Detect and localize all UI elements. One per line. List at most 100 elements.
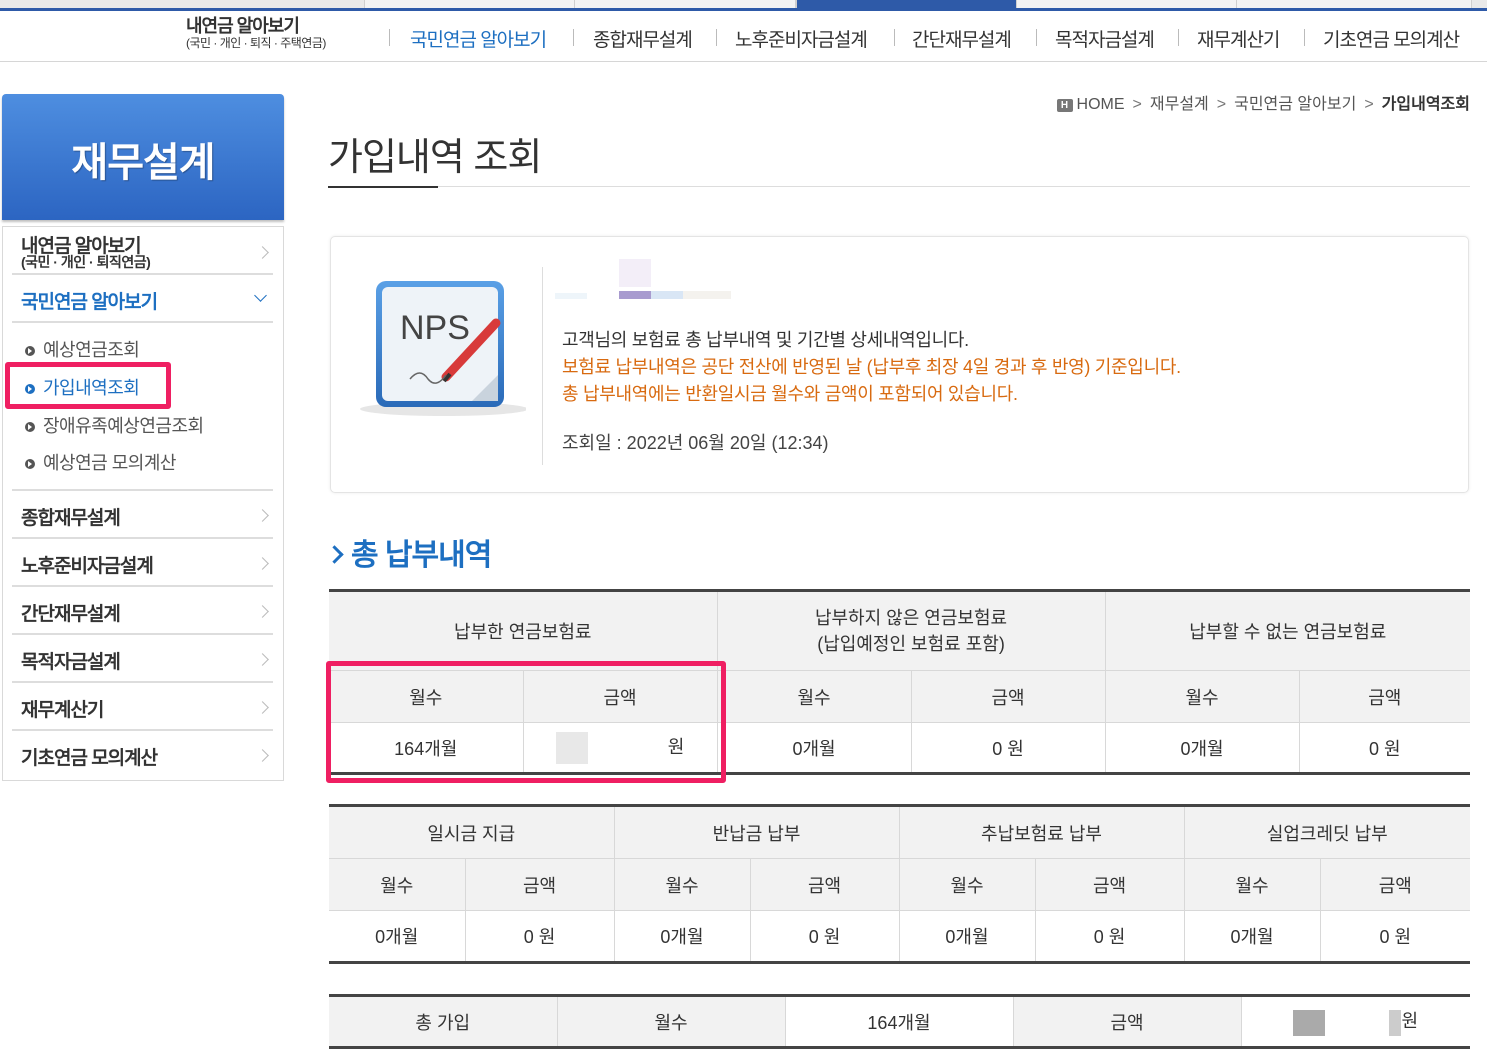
table-cell: 0 원: [464, 910, 614, 963]
chevron-right-icon: [256, 701, 269, 714]
lnb-item-my-pension[interactable]: 내연금 알아보기 (국민 · 개인 · 퇴직연금): [12, 227, 273, 275]
table-subheader: 금액: [1298, 670, 1471, 723]
masked-amount: [1389, 1009, 1402, 1036]
breadcrumb: H HOME > 재무설계 > 국민연금 알아보기 > 가입내역조회: [1056, 90, 1470, 114]
gnb-purpose-fund[interactable]: 목적자금설계: [1055, 25, 1155, 52]
top-tab[interactable]: [1016, 0, 1238, 8]
table-subheader: 금액: [464, 858, 614, 911]
lnb-sub-expected-pension[interactable]: 예상연금조회: [25, 336, 140, 362]
lnb-item-label: 재무계산기: [21, 700, 104, 721]
svg-text:NPS: NPS: [400, 309, 470, 347]
breadcrumb-financial-plan[interactable]: 재무설계: [1150, 96, 1209, 113]
lnb-item-sublabel: (국민 · 개인 · 퇴직연금): [21, 254, 151, 270]
gnb-my-pension[interactable]: 내연금 알아보기 (국민 · 개인 · 퇴직 · 주택연금): [186, 17, 326, 50]
table-cell: 0 원: [1298, 722, 1471, 774]
table-subheader: 금액: [1319, 858, 1471, 911]
lnb-sub-label: 예상연금조회: [43, 340, 140, 360]
lnb-item-label: 국민연금 알아보기: [21, 292, 158, 313]
payment-detail-table: 일시금 지급 반납금 납부 추납보험료 납부 실업크레딧 납부 월수 금액 월수…: [329, 804, 1471, 964]
chevron-right-icon: >: [1364, 96, 1374, 113]
table-cell: 0개월: [1104, 722, 1300, 774]
masked-name: [619, 259, 651, 287]
lnb-sub-label: 장애유족예상연금조회: [43, 416, 204, 436]
lnb-item-label: 간단재무설계: [21, 604, 121, 625]
chevron-right-icon: [256, 246, 269, 259]
table-header: 납부한 연금보험료: [329, 590, 718, 671]
top-tab[interactable]: [364, 0, 576, 8]
lnb-item-retirement[interactable]: 노후준비자금설계: [12, 539, 273, 587]
table-header: 일시금 지급: [329, 805, 614, 859]
lnb-sub-disability-survivor[interactable]: 장애유족예상연금조회: [25, 412, 204, 438]
info-description: 고객님의 보험료 총 납부내역 및 기간별 상세내역입니다. 보험료 납부내역은…: [562, 327, 1181, 408]
gnb-retirement-fund[interactable]: 노후준비자금설계: [735, 25, 868, 52]
chevron-right-icon: [256, 509, 269, 522]
table-cell: 0 원: [1034, 910, 1185, 963]
title-divider: [328, 186, 1470, 188]
info-box: NPS 고객님의 보험료 총 납부내역 및 기간별 상세내역입니다. 보험료 납…: [330, 236, 1469, 493]
chevron-right-icon: >: [1132, 96, 1142, 113]
table-subheader: 금액: [1012, 995, 1241, 1048]
masked-name: [683, 291, 731, 299]
chevron-right-icon: [325, 545, 344, 564]
home-icon: H: [1056, 99, 1073, 112]
lnb-sub-pension-simulation[interactable]: 예상연금 모의계산: [25, 449, 176, 475]
lnb-item-purpose[interactable]: 목적자금설계: [12, 635, 273, 683]
masked-amount: [1293, 1009, 1326, 1036]
lnb-item-label: 종합재무설계: [21, 508, 121, 529]
chevron-right-icon: [256, 653, 269, 666]
lnb-sub-label: 예상연금 모의계산: [43, 453, 176, 473]
gnb-comprehensive-plan[interactable]: 종합재무설계: [593, 25, 693, 52]
total-enrollment-table: 총 가입 월수 164개월 금액 원: [329, 994, 1470, 1049]
table-subheader: 금액: [910, 670, 1106, 723]
table-header-line: 납부하지 않은 연금보험료: [814, 608, 1008, 628]
table-subheader: 금액: [1034, 858, 1185, 911]
global-nav: 내연금 알아보기 (국민 · 개인 · 퇴직 · 주택연금) 국민연금 알아보기…: [0, 11, 1487, 62]
table-cell: 0개월: [898, 910, 1035, 963]
bullet-icon: [25, 422, 35, 432]
table-header: 추납보험료 납부: [898, 805, 1185, 859]
table-subheader: 월수: [898, 858, 1035, 911]
info-notice-line: 총 납부내역에는 반환일시금 월수와 금액이 포함되어 있습니다.: [562, 384, 1018, 404]
top-strip: [0, 0, 1487, 11]
gnb-basic-pension-sim[interactable]: 기초연금 모의계산: [1323, 25, 1460, 52]
lnb-item-calculator[interactable]: 재무계산기: [12, 683, 273, 731]
breadcrumb-home[interactable]: HOME: [1077, 96, 1125, 113]
top-tab[interactable]: [574, 0, 796, 8]
lnb-item-comprehensive[interactable]: 종합재무설계: [12, 491, 273, 539]
chevron-right-icon: >: [1216, 96, 1227, 113]
lnb-header: 재무설계: [2, 94, 284, 220]
highlight-box: [326, 661, 726, 783]
lnb-item-label: 목적자금설계: [21, 652, 121, 673]
table-subheader: 월수: [329, 858, 465, 911]
chevron-down-icon: [254, 289, 267, 302]
section-title-text: 총 납부내역: [351, 539, 492, 572]
breadcrumb-national-pension[interactable]: 국민연금 알아보기: [1234, 96, 1356, 113]
table-cell: 0개월: [613, 910, 750, 963]
table-subheader: 월수: [1183, 858, 1321, 911]
table-subheader: 금액: [749, 858, 899, 911]
gnb-simple-plan[interactable]: 간단재무설계: [912, 25, 1012, 52]
table-cell: 0 원: [749, 910, 899, 963]
lnb-item-basic-pension[interactable]: 기초연금 모의계산: [12, 731, 273, 777]
table-cell: 164개월: [784, 995, 1013, 1048]
table-cell: 0개월: [329, 910, 465, 963]
table-cell: 원: [1240, 995, 1470, 1048]
lnb-item-national-pension[interactable]: 국민연금 알아보기: [12, 275, 273, 323]
lnb-item-label: 기초연금 모의계산: [21, 748, 158, 769]
nps-document-icon: NPS: [360, 281, 526, 416]
table-header: 납부하지 않은 연금보험료 (납입예정인 보험료 포함): [716, 590, 1106, 671]
lnb-item-simple[interactable]: 간단재무설계: [12, 587, 273, 635]
masked-name: [619, 291, 651, 299]
bullet-icon: [25, 459, 35, 469]
query-date: 조회일 : 2022년 06월 20일 (12:34): [562, 433, 829, 453]
amount-unit: 원: [1401, 1011, 1419, 1032]
top-tab[interactable]: [1236, 0, 1472, 8]
gnb-my-pension-sublabel: (국민 · 개인 · 퇴직 · 주택연금): [186, 36, 326, 50]
info-line: 고객님의 보험료 총 납부내역 및 기간별 상세내역입니다.: [562, 330, 969, 350]
table-header-line: (납입예정인 보험료 포함): [817, 634, 1005, 654]
gnb-calculator[interactable]: 재무계산기: [1197, 25, 1280, 52]
top-tab-active[interactable]: [796, 0, 1018, 8]
info-notice-line: 보험료 납부내역은 공단 전산에 반영된 날 (납부후 최장 4일 경과 후 반…: [562, 357, 1181, 377]
gnb-national-pension[interactable]: 국민연금 알아보기: [410, 25, 547, 52]
table-cell: 0개월: [716, 722, 912, 774]
